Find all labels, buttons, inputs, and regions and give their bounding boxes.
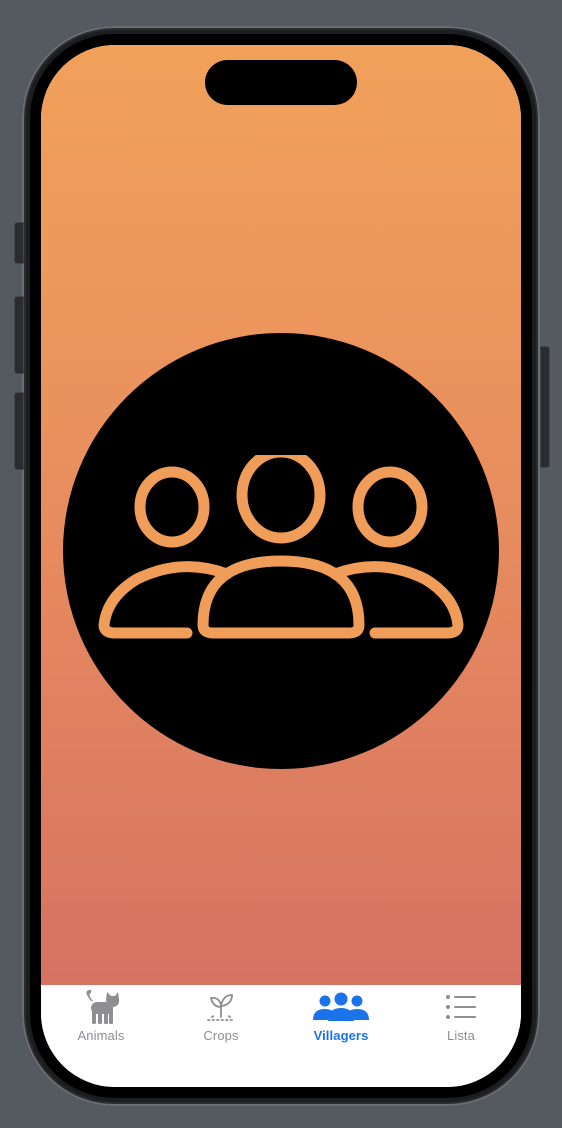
tab-animals[interactable]: Animals	[41, 985, 161, 1047]
villagers-view	[41, 45, 521, 985]
tab-label: Animals	[77, 1028, 125, 1043]
sprout-icon	[191, 989, 251, 1025]
villagers-icon	[97, 446, 465, 639]
people-icon	[311, 989, 371, 1025]
tab-label: Lista	[447, 1028, 475, 1043]
tab-crops[interactable]: Crops	[161, 985, 281, 1047]
volume-down-button	[14, 392, 24, 470]
screen: Animals Crops Villagers Lista	[41, 45, 521, 1087]
tab-villagers[interactable]: Villagers	[281, 985, 401, 1047]
tab-label: Villagers	[313, 1028, 369, 1043]
power-button	[540, 346, 550, 468]
cat-icon	[71, 989, 131, 1025]
silent-switch	[14, 222, 24, 264]
volume-up-button	[14, 296, 24, 374]
list-icon	[431, 989, 491, 1025]
dynamic-island	[205, 60, 357, 105]
tab-label: Crops	[203, 1028, 239, 1043]
tab-lista[interactable]: Lista	[401, 985, 521, 1047]
tab-bar: Animals Crops Villagers Lista	[41, 985, 521, 1087]
